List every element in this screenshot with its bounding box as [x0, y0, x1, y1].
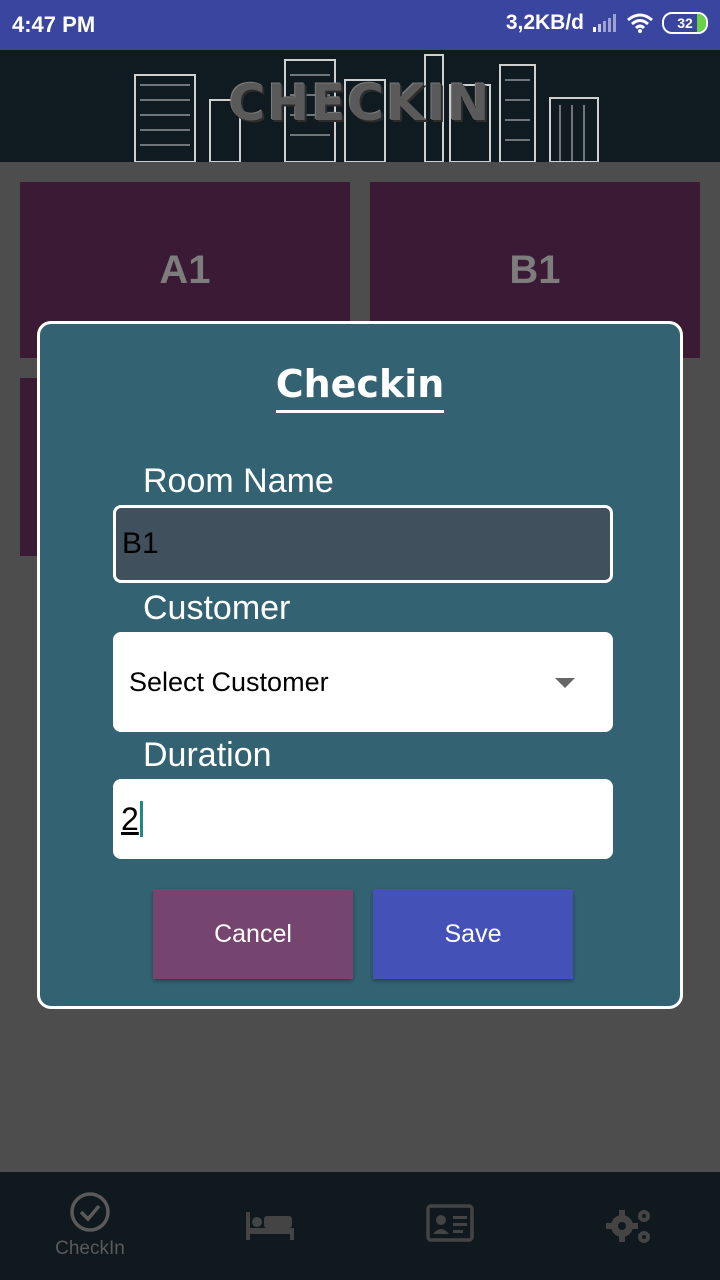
nav-item-settings[interactable] [540, 1172, 720, 1280]
customer-label: Customer [143, 589, 291, 627]
wifi-icon [627, 13, 653, 33]
dialog-title-text: Checkin [275, 362, 445, 413]
customer-select-value: Select Customer [129, 666, 329, 697]
nav-item-rooms[interactable] [180, 1172, 360, 1280]
dialog-title: Checkin [40, 362, 680, 413]
room-name-label: Room Name [143, 462, 334, 500]
chevron-down-icon [555, 678, 575, 688]
nav-item-customers[interactable] [360, 1172, 540, 1280]
id-card-icon [426, 1204, 474, 1242]
battery-level: 32 [677, 15, 693, 31]
checkin-dialog: Checkin Room Name B1 Customer Select Cus… [37, 321, 683, 1009]
check-circle-icon [70, 1192, 110, 1232]
nav-label-checkin: CheckIn [55, 1238, 125, 1259]
duration-label: Duration [143, 736, 272, 774]
duration-value: 2 [121, 800, 139, 837]
network-speed: 3,2KB/d [505, 11, 584, 34]
status-bar: 4:47 PM 3,2KB/d 32 [0, 0, 720, 50]
status-time: 4:47 PM [12, 12, 96, 37]
save-button[interactable]: Save [373, 889, 573, 979]
text-caret [139, 801, 143, 837]
room-name-field[interactable]: B1 [113, 505, 613, 583]
battery-icon: 32 [662, 12, 708, 34]
gears-icon [606, 1210, 650, 1243]
bed-icon [246, 1212, 294, 1240]
bottom-nav: CheckIn [0, 1172, 720, 1280]
signal-icon [593, 14, 616, 32]
cancel-button[interactable]: Cancel [153, 889, 353, 979]
header-banner: CHECKIN [0, 50, 720, 162]
customer-select[interactable]: Select Customer [113, 632, 613, 732]
duration-field[interactable]: 2 [113, 779, 613, 859]
banner-title: CHECKIN [228, 74, 492, 132]
nav-item-checkin[interactable]: CheckIn [0, 1172, 180, 1280]
status-right: 3,2KB/d 32 [506, 11, 708, 35]
